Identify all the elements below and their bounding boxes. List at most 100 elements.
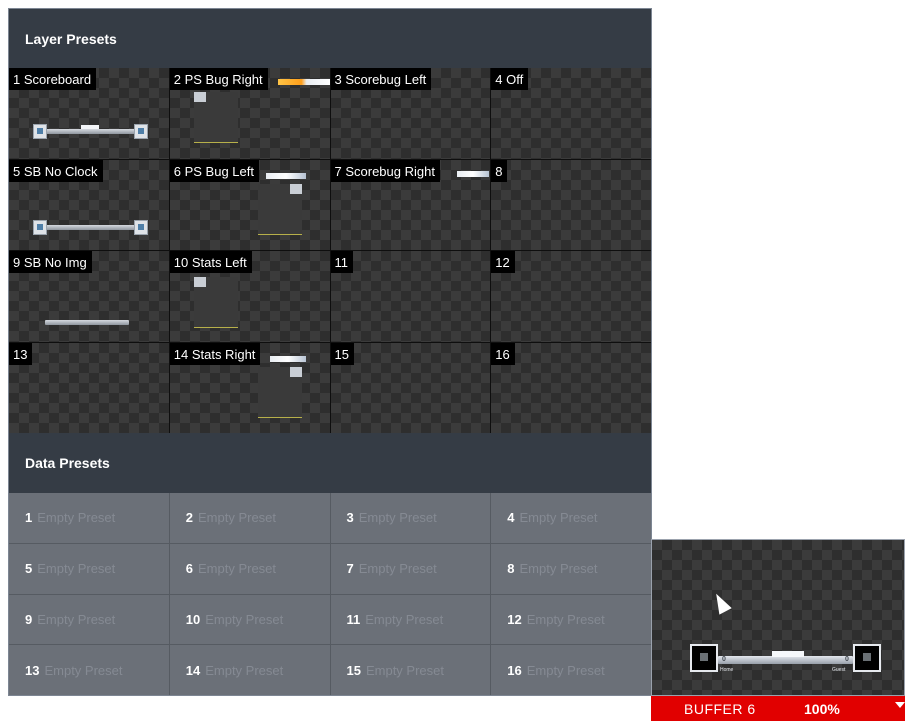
home-logo-box [690, 644, 718, 672]
layer-preset-6[interactable]: 6 PS Bug Left [169, 159, 330, 250]
home-label: Home [720, 667, 734, 673]
layer-preset-label: 2 PS Bug Right [169, 68, 268, 90]
data-preset-number: 16 [507, 662, 522, 678]
scoreboard-bar [718, 656, 853, 664]
layer-preset-label: 15 [330, 342, 354, 365]
data-preset-number: 3 [346, 510, 354, 526]
buffer-preview[interactable]: 0 0 Home Guest [651, 539, 905, 696]
guest-logo-box [853, 644, 881, 672]
bug-stripe-thumbnail [277, 79, 330, 85]
data-preset-label: Empty Preset [358, 561, 437, 577]
layer-preset-9[interactable]: 9 SB No Img [9, 251, 169, 342]
layer-preset-16[interactable]: 16 [491, 342, 651, 433]
data-preset-number: 14 [185, 662, 201, 678]
data-preset-6[interactable]: 6 Empty Preset [169, 543, 330, 594]
data-preset-number: 6 [185, 561, 193, 577]
data-preset-number: 4 [507, 510, 515, 526]
data-preset-3[interactable]: 3 Empty Preset [330, 493, 491, 543]
layer-preset-3[interactable]: 3 Scorebug Left [330, 68, 491, 159]
layer-preset-7[interactable]: 7 Scorebug Right [330, 159, 491, 250]
data-preset-14[interactable]: 14 Empty Preset [169, 645, 330, 695]
layer-preset-10[interactable]: 10 Stats Left [169, 251, 330, 342]
layer-preset-label: 9 SB No Img [9, 251, 92, 273]
layer-preset-label: 6 PS Bug Left [169, 159, 259, 182]
layer-preset-label: 8 [491, 159, 508, 182]
layer-preset-2[interactable]: 2 PS Bug Right [169, 68, 330, 159]
data-preset-number: 15 [346, 662, 361, 678]
layer-preset-1[interactable]: 1 Scoreboard [9, 68, 169, 159]
data-preset-2[interactable]: 2 Empty Preset [169, 493, 330, 543]
layer-preset-label: 7 Scorebug Right [330, 159, 440, 182]
bug-thumbnail [193, 92, 238, 143]
layer-preset-8[interactable]: 8 [491, 159, 651, 250]
data-preset-label: Empty Preset [37, 561, 116, 577]
layer-preset-14[interactable]: 14 Stats Right [169, 342, 330, 433]
layer-presets-title: Layer Presets [25, 30, 117, 47]
layer-preset-label: 16 [491, 342, 515, 365]
data-preset-7[interactable]: 7 Empty Preset [330, 543, 491, 594]
bug-thumbnail [257, 366, 302, 418]
data-presets-grid: 1 Empty Preset 2 Empty Preset 3 Empty Prese… [9, 493, 651, 695]
layer-preset-15[interactable]: 15 [330, 342, 491, 433]
layer-preset-12[interactable]: 12 [491, 251, 651, 342]
layer-preset-5[interactable]: 5 SB No Clock [9, 159, 169, 250]
data-preset-label: Empty Preset [205, 662, 284, 678]
data-preset-number: 1 [25, 510, 33, 526]
data-preset-number: 5 [25, 561, 33, 577]
clock-panel [772, 651, 804, 657]
layer-preset-label: 5 SB No Clock [9, 159, 103, 182]
layer-presets-header: Layer Presets [9, 9, 651, 68]
data-preset-10[interactable]: 10 Empty Preset [169, 594, 330, 645]
data-preset-16[interactable]: 16 Empty Preset [491, 645, 651, 695]
layer-presets-grid: 1 Scoreboard 2 PS Bug Right 3 Scorebug L… [9, 68, 651, 433]
data-preset-5[interactable]: 5 Empty Preset [9, 543, 169, 594]
layer-preset-label: 3 Scorebug Left [330, 68, 432, 90]
data-preset-8[interactable]: 8 Empty Preset [491, 543, 651, 594]
data-preset-label: Empty Preset [197, 510, 277, 526]
data-preset-number: 8 [507, 561, 515, 577]
mouse-cursor-icon [710, 590, 732, 615]
buffer-status-bar: BUFFER 6 100% [651, 696, 905, 721]
data-preset-12[interactable]: 12 Empty Preset [491, 594, 651, 645]
data-preset-label: Empty Preset [358, 510, 437, 526]
scoreboard-graphic: 0 0 Home Guest [690, 644, 881, 674]
layer-preset-label: 12 [491, 251, 515, 273]
layer-preset-13[interactable]: 13 [9, 342, 169, 433]
data-preset-label: Empty Preset [519, 510, 598, 526]
data-preset-9[interactable]: 9 Empty Preset [9, 594, 169, 645]
bug-stripe-thumbnail [265, 172, 306, 179]
scoreboard-thumbnail [33, 124, 148, 140]
layer-preset-11[interactable]: 11 [330, 251, 491, 342]
data-preset-label: Empty Preset [365, 611, 444, 627]
data-preset-label: Empty Preset [37, 510, 116, 526]
data-preset-label: Empty Preset [44, 662, 123, 678]
chevron-down-icon[interactable] [895, 702, 905, 708]
presets-panel: Layer Presets 1 Scoreboard 2 PS Bug Righ… [8, 8, 652, 696]
data-preset-4[interactable]: 4 Empty Preset [491, 493, 651, 543]
home-score: 0 [722, 656, 726, 663]
data-preset-number: 12 [507, 611, 522, 627]
data-preset-13[interactable]: 13 Empty Preset [9, 645, 169, 695]
scoreboard-thumbnail [33, 219, 148, 236]
data-preset-number: 9 [25, 611, 33, 627]
data-preset-label: Empty Preset [519, 561, 598, 577]
data-presets-title: Data Presets [25, 455, 110, 471]
data-presets-header: Data Presets [9, 433, 651, 493]
data-preset-label: Empty Preset [526, 662, 605, 678]
bug-stripe-thumbnail [269, 355, 306, 362]
data-preset-number: 11 [346, 611, 361, 627]
data-preset-label: Empty Preset [365, 662, 444, 678]
layer-preset-label: 1 Scoreboard [9, 68, 97, 90]
layer-preset-4[interactable]: 4 Off [491, 68, 651, 159]
data-preset-15[interactable]: 15 Empty Preset [330, 645, 491, 695]
data-preset-number: 10 [185, 611, 201, 627]
data-preset-11[interactable]: 11 Empty Preset [330, 594, 491, 645]
bug-thumbnail [193, 277, 238, 328]
data-preset-label: Empty Preset [526, 611, 605, 627]
data-preset-1[interactable]: 1 Empty Preset [9, 493, 169, 543]
layer-preset-label: 14 Stats Right [169, 342, 261, 365]
layer-preset-label: 13 [9, 342, 33, 365]
guest-score: 0 [845, 656, 849, 663]
data-preset-number: 2 [185, 510, 193, 526]
zoom-level: 100% [804, 700, 840, 717]
